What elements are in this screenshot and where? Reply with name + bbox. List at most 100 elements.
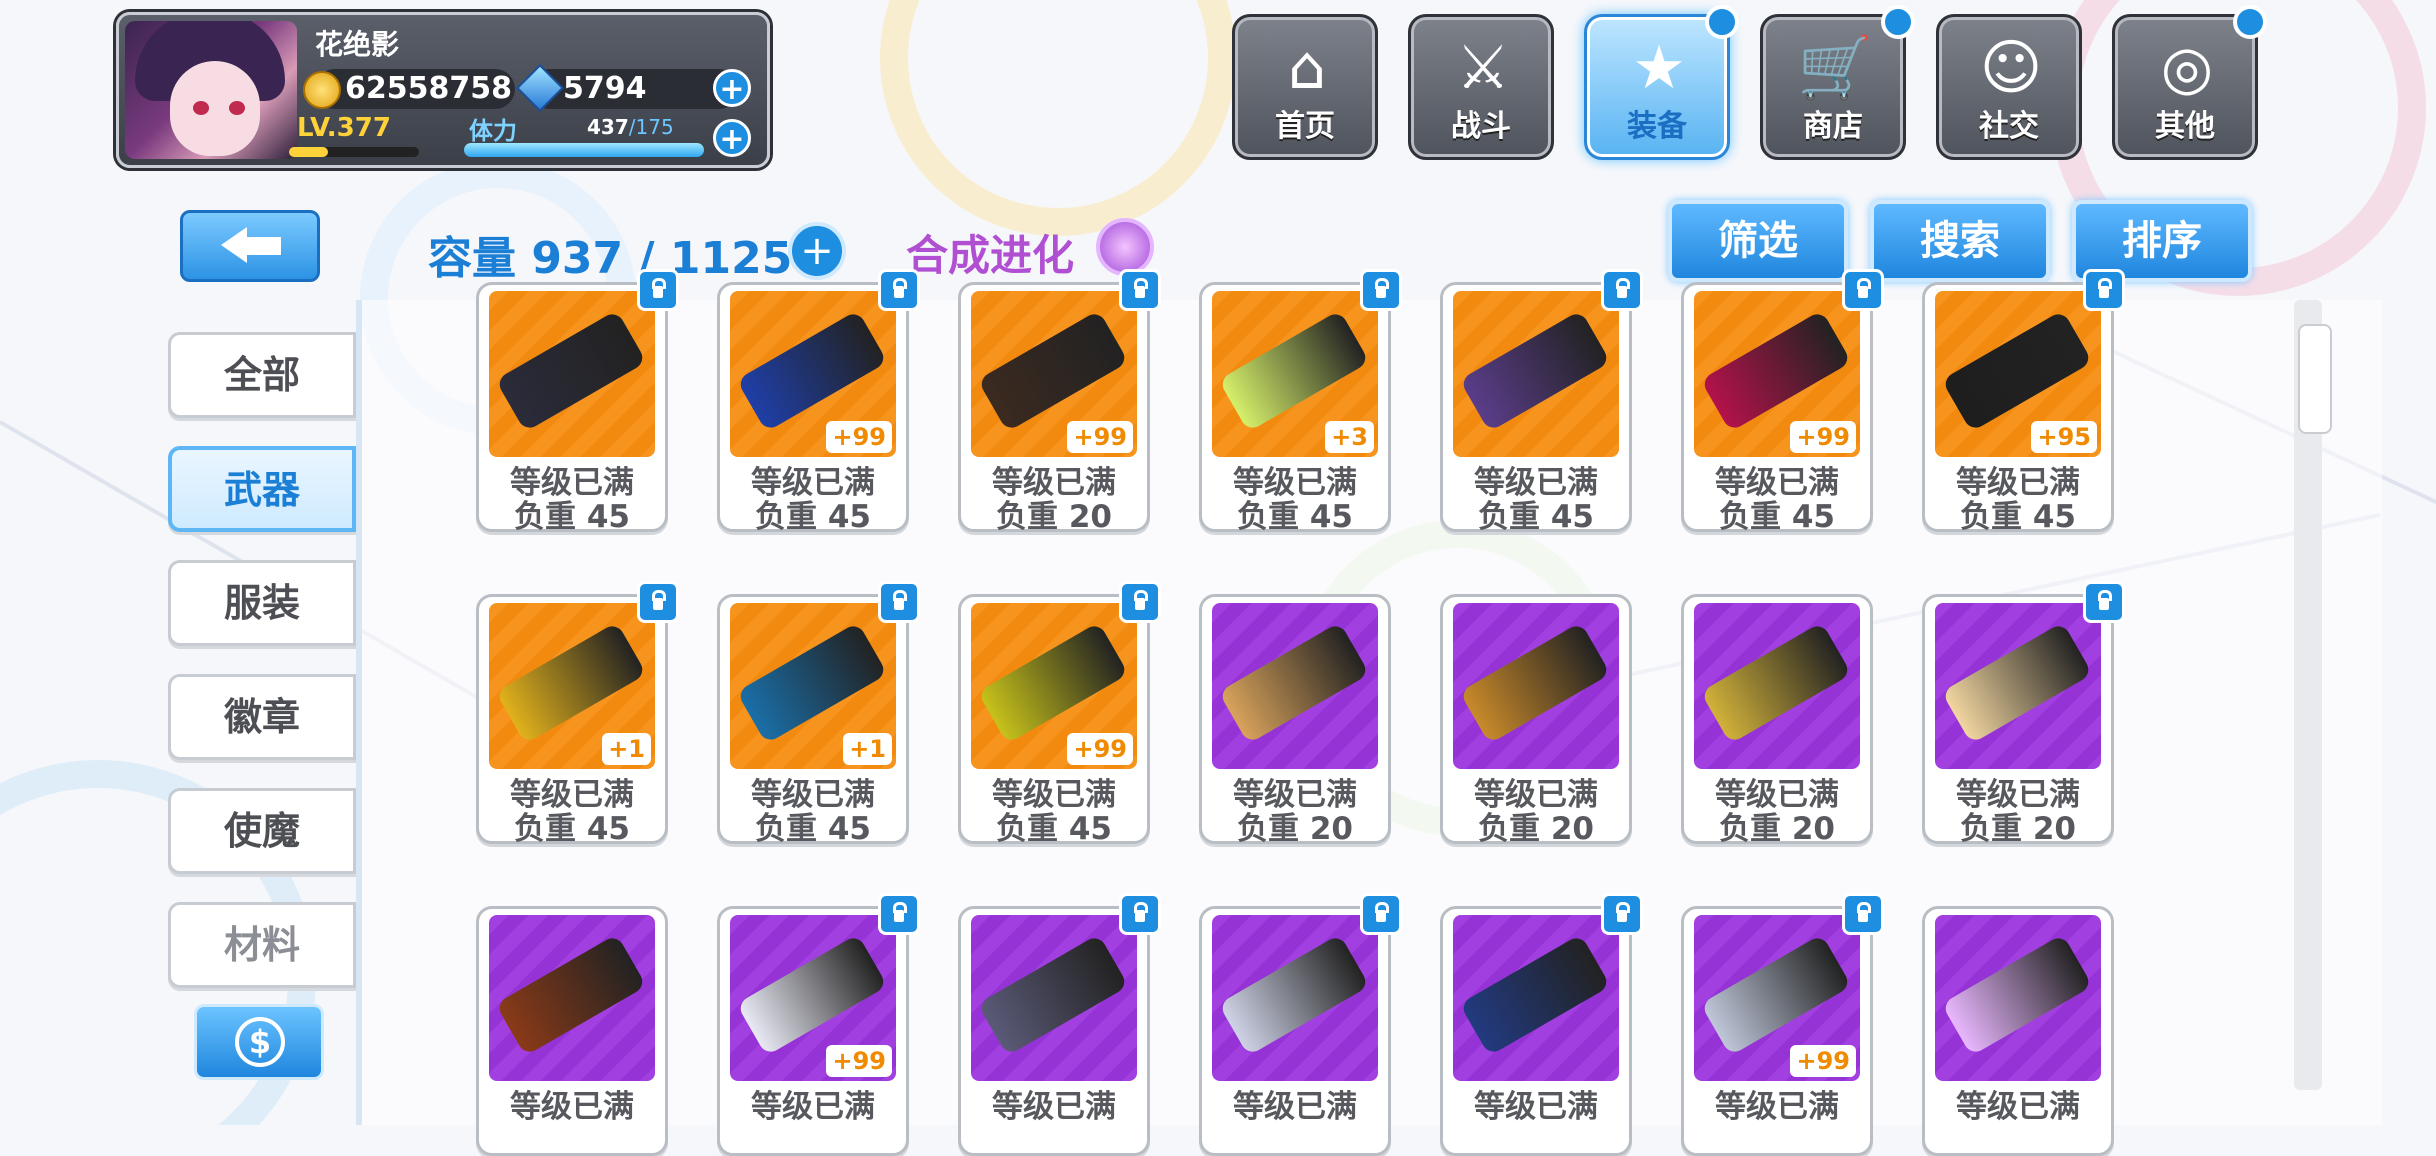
item-card[interactable]: +3 等级已满 负重 45	[1199, 269, 1402, 535]
weapon-image	[1700, 934, 1852, 1056]
crossed-guns-icon: ⚔	[1456, 33, 1510, 103]
lock-icon[interactable]	[878, 893, 920, 935]
category-tab-1[interactable]: 武器	[168, 446, 356, 532]
item-card[interactable]: 等级已满 负重 20	[1440, 594, 1632, 847]
item-card[interactable]: +99 等级已满	[717, 893, 920, 1156]
item-card[interactable]: 等级已满	[1922, 906, 2114, 1156]
nav-button-4[interactable]: ☺ 社交	[1936, 14, 2082, 160]
player-avatar[interactable]	[125, 21, 297, 159]
item-card[interactable]: +95 等级已满 负重 45	[1922, 269, 2125, 535]
item-card[interactable]: 等级已满	[1199, 893, 1402, 1156]
item-artwork	[971, 915, 1137, 1081]
gem-amount: 5794	[563, 71, 647, 106]
item-card[interactable]: +99 等级已满 负重 45	[958, 581, 1161, 847]
lock-icon[interactable]	[1360, 893, 1402, 935]
category-tab-0[interactable]: 全部	[168, 332, 356, 418]
item-card[interactable]: +1 等级已满 负重 45	[717, 581, 920, 847]
player-profile-panel[interactable]: 花绝影 62558758 5794 + LV.377 体力 437/175 +	[116, 12, 770, 168]
dollar-icon: $	[235, 1017, 285, 1067]
enhance-level-badge: +99	[826, 1045, 892, 1077]
item-card[interactable]: 等级已满 负重 45	[476, 269, 679, 535]
lock-icon[interactable]	[637, 581, 679, 623]
item-artwork: +95	[1935, 291, 2101, 457]
nav-label: 首页	[1275, 109, 1335, 144]
player-name: 花绝影	[315, 28, 400, 61]
weapon-image	[495, 934, 647, 1056]
lock-icon[interactable]	[1842, 269, 1884, 311]
category-tab-3[interactable]: 徽章	[168, 674, 356, 760]
lock-icon[interactable]	[1601, 893, 1643, 935]
item-weight: 负重 45	[514, 811, 630, 847]
item-card[interactable]: +99 等级已满	[1681, 893, 1884, 1156]
item-artwork: +99	[971, 291, 1137, 457]
item-card[interactable]: 等级已满 负重 20	[1922, 581, 2125, 847]
back-arrow-icon	[221, 227, 247, 263]
filter-button[interactable]: 筛选	[1668, 200, 1848, 282]
lock-icon[interactable]	[637, 269, 679, 311]
item-weight: 负重 45	[996, 811, 1112, 847]
nav-button-2[interactable]: ★ 装备	[1584, 5, 1739, 160]
item-card[interactable]: +99 等级已满 负重 45	[1681, 269, 1884, 535]
expand-capacity-button[interactable]: +	[788, 222, 846, 280]
lock-icon[interactable]	[1601, 269, 1643, 311]
lock-icon[interactable]	[2083, 269, 2125, 311]
lock-icon[interactable]	[878, 581, 920, 623]
enhance-level-badge: +99	[1067, 421, 1133, 453]
weapon-image	[1941, 310, 2093, 432]
weapon-image	[977, 622, 1129, 744]
nav-label: 其他	[2155, 109, 2215, 144]
item-card[interactable]: +99 等级已满 负重 20	[958, 269, 1161, 535]
nav-button-0[interactable]: ⌂ 首页	[1232, 14, 1378, 160]
lock-icon[interactable]	[1119, 581, 1161, 623]
item-card[interactable]: 等级已满	[476, 906, 668, 1156]
item-card[interactable]: +1 等级已满 负重 45	[476, 581, 679, 847]
nav-button-1[interactable]: ⚔ 战斗	[1408, 14, 1554, 160]
lock-icon[interactable]	[1842, 893, 1884, 935]
nav-button-3[interactable]: 🛒 商店	[1760, 5, 1915, 160]
weapon-image	[1218, 622, 1370, 744]
item-card[interactable]: 等级已满 负重 20	[1199, 594, 1391, 847]
item-card[interactable]: 等级已满	[958, 893, 1161, 1156]
category-tab-5[interactable]: 材料	[168, 902, 356, 988]
item-weight: 负重 20	[996, 499, 1112, 535]
lock-icon[interactable]	[2083, 581, 2125, 623]
gold-amount: 62558758	[345, 71, 512, 106]
item-status: 等级已满	[1956, 1089, 2080, 1125]
item-card[interactable]: +99 等级已满 负重 45	[717, 269, 920, 535]
settings-icon: ◎	[2160, 33, 2214, 103]
lock-icon[interactable]	[1360, 269, 1402, 311]
item-grid: 等级已满 负重 45 +99 等级已满 负重 45 +99 等级已满 负重 20 +3 等级已满负…	[476, 269, 2126, 1156]
weapon-image	[977, 310, 1129, 432]
enhance-level-badge: +1	[602, 733, 651, 765]
item-status: 等级已满	[992, 1089, 1116, 1125]
scrollbar-thumb[interactable]	[2298, 324, 2332, 434]
item-card[interactable]: 等级已满	[1440, 893, 1643, 1156]
evolve-swirl-icon[interactable]	[1096, 218, 1154, 276]
evolve-button[interactable]: 合成进化	[906, 222, 1074, 283]
item-weight: 负重 45	[755, 499, 871, 535]
item-weight: 负重 45	[1478, 499, 1594, 535]
category-tab-4[interactable]: 使魔	[168, 788, 356, 874]
search-button[interactable]: 搜索	[1870, 200, 2050, 282]
nav-label: 商店	[1803, 109, 1863, 144]
weapon-image	[1459, 310, 1611, 432]
lock-icon[interactable]	[1119, 269, 1161, 311]
enhance-level-badge: +1	[843, 733, 892, 765]
item-status: 等级已满	[751, 1089, 875, 1125]
lock-icon[interactable]	[878, 269, 920, 311]
add-stamina-button[interactable]: +	[713, 119, 751, 157]
nav-button-5[interactable]: ◎ 其他	[2112, 5, 2267, 160]
enhance-level-badge: +99	[1790, 421, 1856, 453]
category-tab-2[interactable]: 服装	[168, 560, 356, 646]
item-artwork	[489, 915, 655, 1081]
item-card[interactable]: 等级已满 负重 45	[1440, 269, 1643, 535]
weapon-image	[495, 310, 647, 432]
back-button[interactable]	[180, 210, 320, 282]
item-card[interactable]: 等级已满 负重 20	[1681, 594, 1873, 847]
item-weight: 负重 45	[1719, 499, 1835, 535]
currency-button[interactable]: $	[194, 1004, 324, 1080]
add-gems-button[interactable]: +	[713, 69, 751, 107]
weapon-image	[1941, 934, 2093, 1056]
player-level: LV.377	[297, 113, 391, 143]
lock-icon[interactable]	[1119, 893, 1161, 935]
